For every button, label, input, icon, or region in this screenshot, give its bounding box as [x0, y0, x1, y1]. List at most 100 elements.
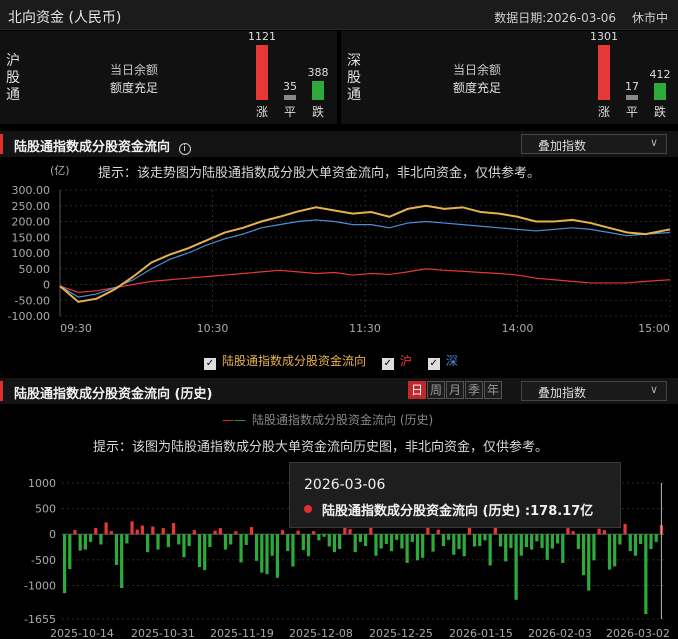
- history-bar[interactable]: [125, 534, 129, 544]
- history-overlay-dropdown[interactable]: 叠加指数 ∨: [521, 381, 667, 401]
- history-bar[interactable]: [400, 534, 404, 549]
- history-bar[interactable]: [566, 528, 570, 535]
- history-bar[interactable]: [384, 534, 388, 544]
- history-bar[interactable]: [177, 534, 181, 545]
- history-bar[interactable]: [395, 534, 399, 540]
- history-bar[interactable]: [338, 534, 342, 550]
- history-bar[interactable]: [405, 534, 409, 563]
- history-bar[interactable]: [171, 522, 176, 535]
- history-bar[interactable]: [218, 528, 222, 535]
- history-bar[interactable]: [421, 534, 425, 558]
- history-bar[interactable]: [483, 534, 487, 541]
- intraday-overlay-dropdown[interactable]: 叠加指数 ∨: [521, 134, 667, 154]
- tab-quarter[interactable]: 季: [465, 381, 483, 399]
- history-bar[interactable]: [447, 534, 451, 540]
- history-bar[interactable]: [156, 534, 160, 550]
- history-bar[interactable]: [275, 534, 279, 578]
- checkbox-icon[interactable]: ✓: [427, 358, 440, 370]
- history-bar[interactable]: [114, 534, 119, 565]
- legend-item-total[interactable]: ✓ 陆股通指数成分股资金流向: [204, 354, 366, 370]
- history-bar[interactable]: [379, 534, 383, 549]
- history-bar[interactable]: [550, 534, 555, 549]
- history-bar[interactable]: [270, 534, 274, 556]
- history-bar[interactable]: [260, 534, 264, 573]
- history-bar[interactable]: [389, 534, 394, 552]
- history-bar[interactable]: [478, 534, 482, 547]
- history-bar[interactable]: [597, 528, 601, 535]
- tab-year[interactable]: 年: [484, 381, 502, 399]
- history-bar[interactable]: [602, 530, 606, 535]
- history-bar[interactable]: [213, 530, 217, 535]
- history-bar[interactable]: [576, 534, 580, 550]
- history-bar[interactable]: [280, 530, 285, 535]
- history-bar[interactable]: [514, 534, 518, 600]
- history-bar[interactable]: [519, 534, 523, 556]
- history-bar[interactable]: [317, 534, 321, 541]
- history-bar[interactable]: [68, 534, 72, 570]
- history-bar[interactable]: [135, 529, 139, 535]
- info-icon[interactable]: i: [178, 143, 191, 155]
- history-bar[interactable]: [363, 534, 368, 547]
- history-bar[interactable]: [146, 534, 150, 553]
- history-bar[interactable]: [109, 531, 113, 535]
- history-bar[interactable]: [441, 534, 446, 547]
- history-bar[interactable]: [94, 528, 98, 535]
- history-bar[interactable]: [545, 534, 549, 560]
- history-bar[interactable]: [166, 534, 170, 548]
- history-bar[interactable]: [431, 534, 435, 552]
- history-bar[interactable]: [535, 534, 539, 542]
- legend-item-sh[interactable]: ✓ 沪: [381, 354, 412, 370]
- history-bar[interactable]: [561, 534, 565, 563]
- history-bar[interactable]: [410, 534, 414, 542]
- history-bar[interactable]: [332, 534, 337, 553]
- history-bar[interactable]: [327, 534, 331, 547]
- history-bar[interactable]: [618, 534, 622, 545]
- history-bar[interactable]: [353, 534, 357, 553]
- tab-day[interactable]: 日: [408, 381, 426, 399]
- history-bar[interactable]: [234, 531, 238, 535]
- history-bar[interactable]: [358, 534, 363, 542]
- history-bar[interactable]: [436, 529, 440, 535]
- tab-week[interactable]: 周: [427, 381, 445, 399]
- history-bar[interactable]: [249, 527, 254, 535]
- history-bar[interactable]: [462, 534, 466, 557]
- history-bar[interactable]: [301, 534, 305, 551]
- history-bar[interactable]: [452, 534, 456, 555]
- history-bar[interactable]: [265, 534, 269, 575]
- history-bar[interactable]: [130, 521, 134, 535]
- history-bar[interactable]: [161, 528, 165, 535]
- history-bar[interactable]: [151, 526, 155, 535]
- history-bar[interactable]: [649, 534, 653, 550]
- legend-item-sz[interactable]: ✓ 深: [427, 354, 458, 370]
- history-bar[interactable]: [291, 534, 295, 567]
- history-bar[interactable]: [498, 534, 503, 547]
- history-bar[interactable]: [78, 534, 82, 551]
- history-bar[interactable]: [62, 534, 67, 594]
- history-bar[interactable]: [182, 534, 186, 558]
- history-bar[interactable]: [192, 530, 196, 535]
- history-bar[interactable]: [628, 534, 632, 552]
- history-bar[interactable]: [83, 534, 87, 550]
- history-bar[interactable]: [592, 534, 596, 561]
- history-bar[interactable]: [140, 525, 145, 535]
- history-bar[interactable]: [223, 534, 228, 550]
- history-bar[interactable]: [633, 534, 638, 556]
- history-bar[interactable]: [488, 534, 492, 566]
- history-bar[interactable]: [197, 534, 202, 568]
- history-bar[interactable]: [255, 534, 259, 561]
- history-bar[interactable]: [654, 534, 658, 542]
- intraday-flow-chart[interactable]: 300.00 250.00 200.00 150.00 100.00 50.00 0 -50.…: [0, 178, 678, 338]
- history-bar[interactable]: [374, 534, 378, 556]
- history-bar[interactable]: [312, 531, 316, 535]
- history-bar[interactable]: [581, 534, 586, 576]
- history-bar[interactable]: [244, 534, 248, 545]
- history-bar[interactable]: [504, 534, 508, 562]
- history-bar[interactable]: [286, 534, 290, 552]
- history-bar[interactable]: [623, 523, 627, 535]
- history-bar[interactable]: [587, 534, 591, 591]
- history-bar[interactable]: [571, 531, 575, 535]
- tab-month[interactable]: 月: [446, 381, 464, 399]
- history-bar[interactable]: [556, 534, 560, 544]
- history-bar[interactable]: [613, 534, 617, 567]
- history-bar[interactable]: [509, 534, 513, 549]
